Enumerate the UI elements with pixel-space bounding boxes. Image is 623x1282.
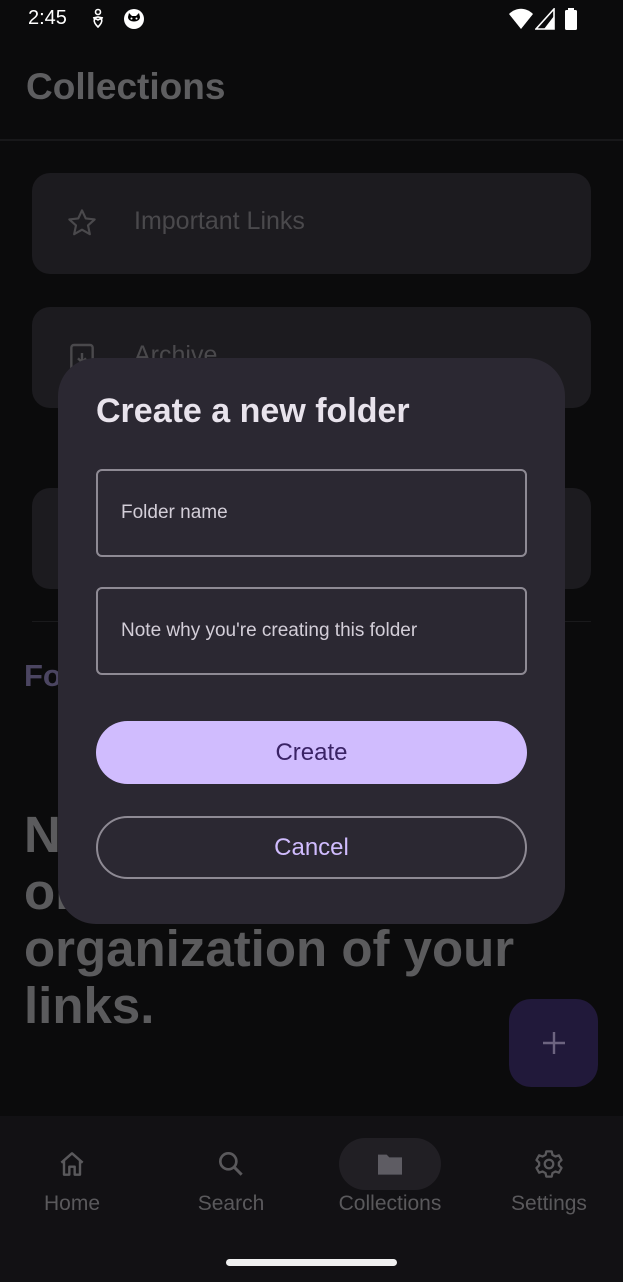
bottom-nav: Home Search Collections Settings	[0, 1116, 623, 1282]
star-icon	[68, 209, 96, 236]
nav-item-settings[interactable]: Settings	[479, 1136, 619, 1236]
nav-label: Settings	[511, 1192, 587, 1215]
nav-label: Collections	[338, 1192, 442, 1215]
home-icon	[60, 1152, 84, 1176]
nav-item-collections[interactable]: Collections	[320, 1136, 460, 1236]
wifi-icon	[509, 8, 533, 29]
nav-label: Search	[197, 1192, 265, 1215]
nav-item-home[interactable]: Home	[2, 1136, 142, 1236]
collection-card-important-links[interactable]: Important Links	[32, 173, 591, 274]
plus-icon	[542, 1032, 565, 1054]
folder-name-input[interactable]	[121, 471, 501, 555]
search-icon	[219, 1152, 243, 1176]
folder-note-input[interactable]	[121, 589, 501, 673]
gear-icon	[535, 1150, 563, 1178]
cat-face-icon	[124, 9, 144, 29]
cancel-button[interactable]: Cancel	[96, 816, 527, 879]
folder-note-field[interactable]	[96, 587, 527, 675]
create-button[interactable]: Create	[96, 721, 527, 784]
nav-item-search[interactable]: Search	[161, 1136, 301, 1236]
dialog-title: Create a new folder	[96, 392, 410, 430]
header-divider	[0, 139, 623, 141]
signal-icon	[535, 8, 555, 30]
add-folder-fab[interactable]	[509, 999, 598, 1087]
status-time: 2:45	[28, 7, 67, 29]
folder-name-field[interactable]	[96, 469, 527, 557]
nav-label: Home	[43, 1192, 101, 1215]
accessibility-icon	[92, 8, 104, 29]
create-folder-dialog: Create a new folder Create Cancel	[58, 358, 565, 924]
home-indicator[interactable]	[226, 1259, 397, 1266]
page-title: Collections	[26, 66, 226, 107]
status-bar: 2:45	[0, 0, 623, 40]
folder-icon	[378, 1154, 402, 1175]
collection-label: Important Links	[134, 207, 305, 235]
battery-icon	[565, 8, 577, 30]
